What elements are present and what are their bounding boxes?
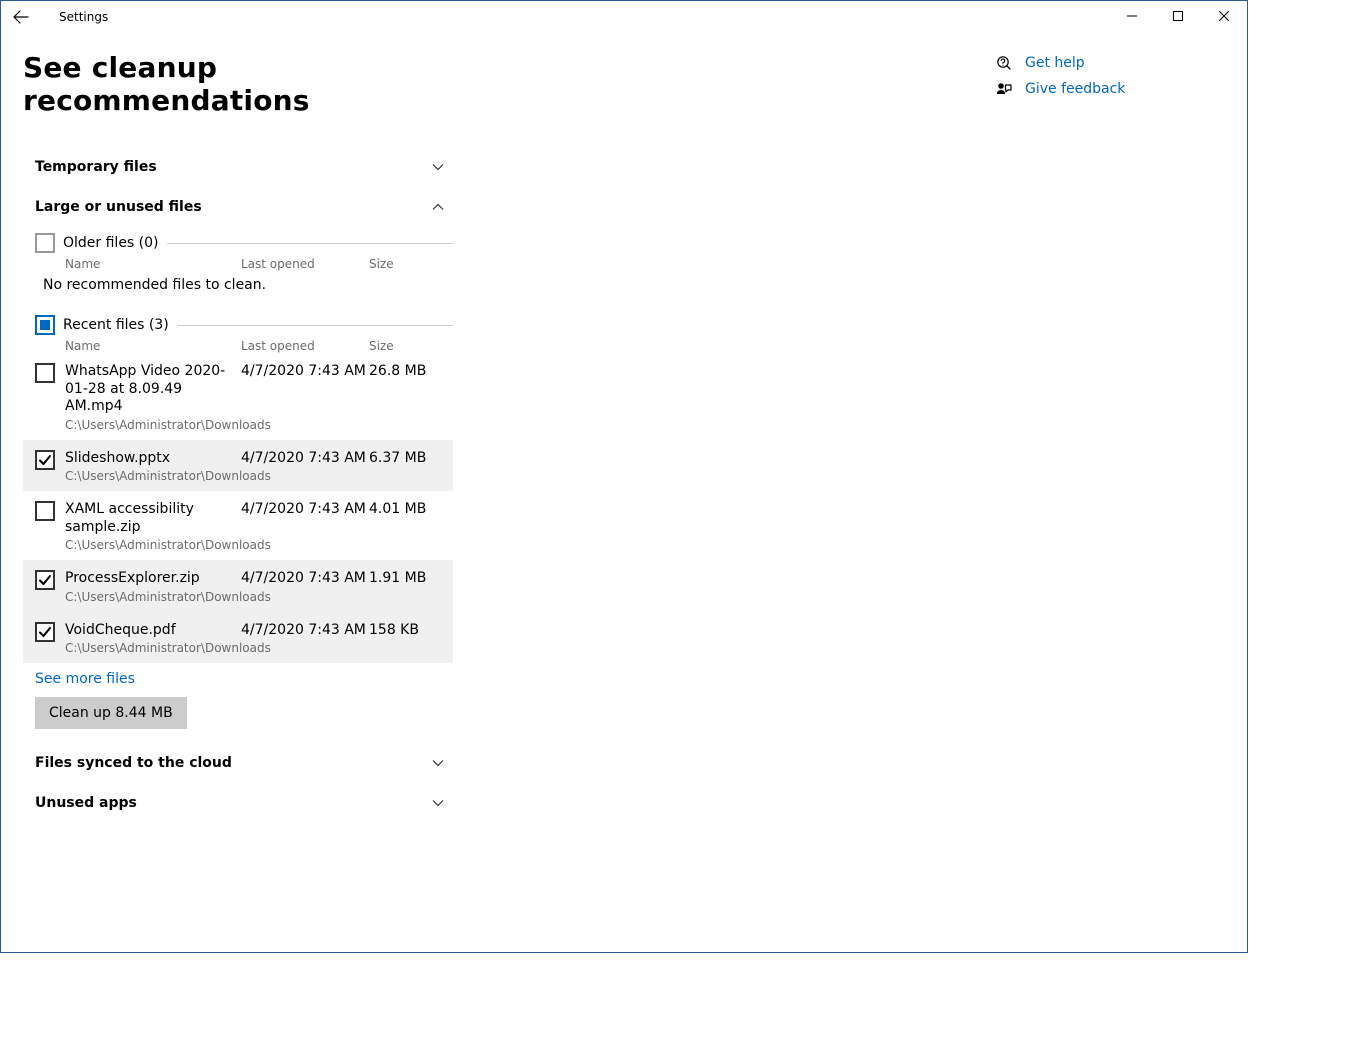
file-last-opened: 4/7/2020 7:43 AM xyxy=(241,622,369,638)
maximize-button[interactable] xyxy=(1155,1,1201,31)
section-label: Files synced to the cloud xyxy=(35,755,232,771)
file-row[interactable]: XAML accessibility sample.zip C:\Users\Ad… xyxy=(23,491,453,560)
main-column: See cleanup recommendations Temporary fi… xyxy=(23,51,453,823)
file-name: ProcessExplorer.zip xyxy=(65,570,229,588)
feedback-icon xyxy=(993,81,1015,97)
file-path: C:\Users\Administrator\Downloads xyxy=(65,641,229,655)
group-label: Older files (0) xyxy=(63,235,159,251)
file-name: WhatsApp Video 2020-01-28 at 8.09.49 AM.… xyxy=(65,363,229,416)
col-name: Name xyxy=(65,257,241,271)
get-help-link[interactable]: Get help xyxy=(993,55,1125,71)
file-checkbox[interactable] xyxy=(35,501,55,521)
file-size: 4.01 MB xyxy=(369,501,439,517)
column-headers: Name Last opened Size xyxy=(23,257,453,271)
col-size: Size xyxy=(369,339,429,353)
titlebar: Settings xyxy=(1,1,1247,33)
section-label: Large or unused files xyxy=(35,199,202,215)
aside-panel: Get help Give feedback xyxy=(993,51,1125,823)
checkbox-recent-all[interactable] xyxy=(35,315,55,335)
window-title: Settings xyxy=(59,10,108,24)
file-row[interactable]: WhatsApp Video 2020-01-28 at 8.09.49 AM.… xyxy=(23,353,453,440)
file-name: Slideshow.pptx xyxy=(65,450,229,468)
empty-message: No recommended files to clean. xyxy=(43,277,453,293)
file-last-opened: 4/7/2020 7:43 AM xyxy=(241,570,369,586)
file-size: 1.91 MB xyxy=(369,570,439,586)
file-size: 158 KB xyxy=(369,622,439,638)
divider xyxy=(167,243,453,244)
col-last-opened: Last opened xyxy=(241,257,369,271)
cleanup-button[interactable]: Clean up 8.44 MB xyxy=(35,697,187,729)
help-icon xyxy=(993,55,1015,71)
file-last-opened: 4/7/2020 7:43 AM xyxy=(241,501,369,517)
minimize-icon xyxy=(1127,11,1137,21)
close-button[interactable] xyxy=(1201,1,1247,31)
arrow-left-icon xyxy=(13,9,29,25)
divider xyxy=(177,325,453,326)
link-label: Give feedback xyxy=(1025,81,1125,97)
link-label: Get help xyxy=(1025,55,1085,71)
file-row[interactable]: ProcessExplorer.zip C:\Users\Administrato… xyxy=(23,560,453,612)
section-large-unused-files[interactable]: Large or unused files xyxy=(23,187,453,227)
file-last-opened: 4/7/2020 7:43 AM xyxy=(241,363,369,379)
back-button[interactable] xyxy=(1,1,41,33)
file-name: VoidCheque.pdf xyxy=(65,622,229,640)
file-path: C:\Users\Administrator\Downloads xyxy=(65,590,229,604)
checkbox-older-all[interactable] xyxy=(35,233,55,253)
maximize-icon xyxy=(1173,11,1183,21)
chevron-down-icon xyxy=(431,796,445,810)
close-icon xyxy=(1219,11,1229,21)
file-last-opened: 4/7/2020 7:43 AM xyxy=(241,450,369,466)
section-label: Unused apps xyxy=(35,795,137,811)
section-unused-apps[interactable]: Unused apps xyxy=(23,783,453,823)
give-feedback-link[interactable]: Give feedback xyxy=(993,81,1125,97)
page-title: See cleanup recommendations xyxy=(23,51,453,117)
file-checkbox[interactable] xyxy=(35,570,55,590)
file-size: 6.37 MB xyxy=(369,450,439,466)
group-recent-files: Recent files (3) xyxy=(23,309,453,335)
chevron-down-icon xyxy=(431,160,445,174)
file-path: C:\Users\Administrator\Downloads xyxy=(65,418,229,432)
file-checkbox[interactable] xyxy=(35,363,55,383)
section-label: Temporary files xyxy=(35,159,157,175)
file-name: XAML accessibility sample.zip xyxy=(65,501,229,536)
file-checkbox[interactable] xyxy=(35,622,55,642)
column-headers: Name Last opened Size xyxy=(23,339,453,353)
section-files-synced[interactable]: Files synced to the cloud xyxy=(23,743,453,783)
file-path: C:\Users\Administrator\Downloads xyxy=(65,469,229,483)
file-path: C:\Users\Administrator\Downloads xyxy=(65,538,229,552)
file-row[interactable]: VoidCheque.pdfC:\Users\Administrator\Dow… xyxy=(23,612,453,664)
chevron-up-icon xyxy=(431,200,445,214)
see-more-files-link[interactable]: See more files xyxy=(35,671,135,687)
col-last-opened: Last opened xyxy=(241,339,369,353)
group-label: Recent files (3) xyxy=(63,317,169,333)
chevron-down-icon xyxy=(431,756,445,770)
minimize-button[interactable] xyxy=(1109,1,1155,31)
file-row[interactable]: Slideshow.pptxC:\Users\Administrator\Dow… xyxy=(23,440,453,492)
col-name: Name xyxy=(65,339,241,353)
file-checkbox[interactable] xyxy=(35,450,55,470)
file-size: 26.8 MB xyxy=(369,363,439,379)
window-controls xyxy=(1109,1,1247,31)
section-temporary-files[interactable]: Temporary files xyxy=(23,147,453,187)
col-size: Size xyxy=(369,257,429,271)
group-older-files: Older files (0) xyxy=(23,227,453,253)
